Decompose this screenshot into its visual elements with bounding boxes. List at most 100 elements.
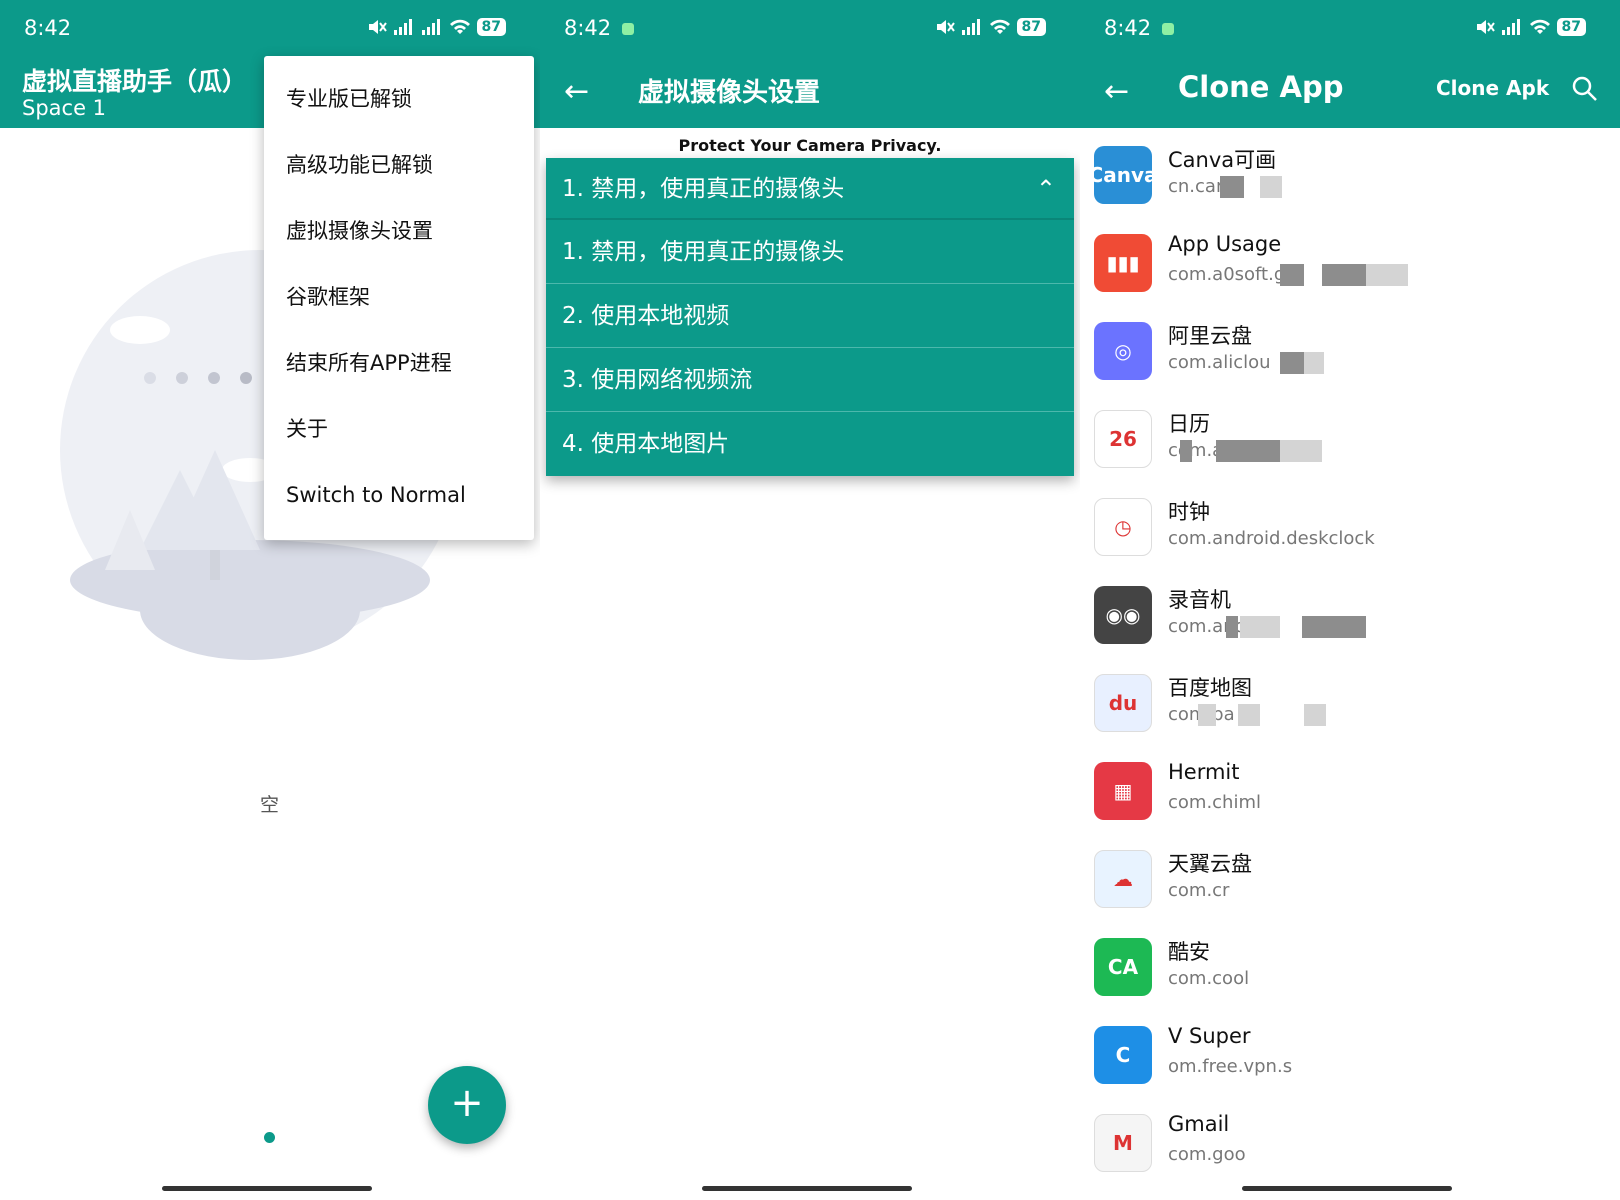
menu-item-google-framework[interactable]: 谷歌框架 (264, 264, 534, 330)
app-name: 阿里云盘 (1168, 324, 1252, 348)
notification-icon (1162, 23, 1174, 35)
status-bar: 8:42 87 (1080, 0, 1620, 58)
app-list-item[interactable]: ◎ 阿里云盘 com.aliclou (1080, 310, 1620, 398)
add-button[interactable]: + (428, 1066, 506, 1144)
menu-item-advanced-unlocked[interactable]: 高级功能已解锁 (264, 132, 534, 198)
app-list-item[interactable]: ☁ 天翼云盘 com.cr (1080, 838, 1620, 926)
redaction-mask (1304, 352, 1324, 374)
redaction-mask (1280, 440, 1322, 462)
dropdown-selected-label: 1. 禁用，使用真正的摄像头 (562, 176, 845, 202)
search-icon[interactable] (1572, 76, 1598, 102)
app-name: 百度地图 (1168, 676, 1252, 700)
menu-item-pro-unlocked[interactable]: 专业版已解锁 (264, 66, 534, 132)
app-icon: ◎ (1094, 322, 1152, 380)
clone-app-screen: 8:42 87 ← Clone App Clone Apk Canva Canva… (1080, 0, 1620, 1200)
empty-text: 空 (260, 794, 280, 816)
redaction-mask (1304, 704, 1326, 726)
battery-icon: 87 (476, 18, 506, 36)
app-title: 虚拟直播助手（瓜） (22, 67, 248, 96)
app-list-item[interactable]: ◉◉ 录音机 com.andro (1080, 574, 1620, 662)
battery-icon: 87 (1556, 18, 1586, 36)
app-list-item[interactable]: ◷ 时钟 com.android.deskclock (1080, 486, 1620, 574)
home-indicator[interactable] (702, 1186, 912, 1191)
app-list-item[interactable]: du百度地图com.ba (1080, 662, 1620, 750)
app-package: com.cool (1168, 968, 1250, 989)
redaction-mask (1240, 616, 1280, 638)
app-name: 酷安 (1168, 940, 1210, 964)
camera-mode-dropdown[interactable]: 1. 禁用，使用真正的摄像头 ⌃ 1. 禁用，使用真正的摄像头 2. 使用本地视… (546, 158, 1074, 476)
app-list-item[interactable]: M Gmail com.goo (1080, 1102, 1620, 1190)
redaction-mask (1322, 264, 1366, 286)
wifi-icon (1529, 19, 1550, 34)
app-icon: M (1094, 1114, 1152, 1172)
status-time: 8:42 (1104, 16, 1152, 40)
back-arrow-icon[interactable]: ← (564, 74, 589, 109)
wifi-icon (989, 19, 1010, 34)
option-network-stream[interactable]: 3. 使用网络视频流 (546, 348, 1074, 412)
signal-icon (393, 19, 412, 35)
chevron-up-icon: ⌃ (1035, 175, 1056, 203)
app-list-item[interactable]: ▮▮▮ App Usage com.a0soft.g (1080, 222, 1620, 310)
system-icons: 87 (935, 18, 1046, 36)
app-list-item[interactable]: CA 酷安 com.cool (1080, 926, 1620, 1014)
app-name: 时钟 (1168, 500, 1210, 524)
dropdown-selected[interactable]: 1. 禁用，使用真正的摄像头 ⌃ (546, 158, 1074, 220)
menu-item-about[interactable]: 关于 (264, 396, 534, 462)
app-icon: C (1094, 1026, 1152, 1084)
clone-apk-button[interactable]: Clone Apk (1436, 76, 1549, 100)
app-name: Hermit (1168, 760, 1240, 784)
mute-icon (1476, 20, 1495, 34)
app-icon: du (1094, 674, 1152, 732)
redaction-mask (1280, 352, 1304, 374)
app-name: Gmail (1168, 1112, 1230, 1136)
app-list-item[interactable]: 26 日历 com.a (1080, 398, 1620, 486)
redaction-mask (1366, 264, 1408, 286)
redaction-mask (1220, 176, 1244, 198)
status-bar: 8:42 87 (540, 0, 1080, 58)
app-package: com.cr (1168, 880, 1230, 901)
mute-icon (936, 20, 955, 34)
menu-item-kill-processes[interactable]: 结束所有APP进程 (264, 330, 534, 396)
app-name: Canva可画 (1168, 148, 1277, 172)
camera-settings-screen: 8:42 87 ← 虚拟摄像头设置 Protect Your Camera Pr… (540, 0, 1080, 1200)
home-indicator[interactable] (1242, 1186, 1452, 1191)
menu-item-camera-settings[interactable]: 虚拟摄像头设置 (264, 198, 534, 264)
wifi-icon (449, 19, 470, 34)
option-disable[interactable]: 1. 禁用，使用真正的摄像头 (546, 220, 1074, 284)
status-time: 8:42 (564, 16, 612, 40)
app-icon: ◉◉ (1094, 586, 1152, 644)
signal-icon (961, 19, 980, 35)
app-name: App Usage (1168, 232, 1282, 256)
app-package: com.chiml (1168, 792, 1262, 813)
option-local-image[interactable]: 4. 使用本地图片 (546, 412, 1074, 476)
app-bar: ← Clone App Clone Apk (1080, 58, 1620, 128)
app-package: cn.car (1168, 176, 1224, 197)
app-list-item[interactable]: Canva Canva可画 cn.car (1080, 134, 1620, 222)
system-icons: 87 (367, 18, 506, 36)
app-list-item[interactable]: C V Super om.free.vpn.s (1080, 1014, 1620, 1102)
status-time: 8:42 (24, 16, 72, 40)
app-package: om.free.vpn.s (1168, 1056, 1293, 1077)
home-indicator[interactable] (162, 1186, 372, 1191)
app-list: Canva Canva可画 cn.car ▮▮▮ App Usage com.a0soft… (1080, 134, 1620, 1190)
redaction-mask (1180, 440, 1192, 462)
app-package: com.a (1168, 440, 1224, 461)
page-indicator (264, 1132, 275, 1143)
mute-icon (368, 20, 387, 34)
back-arrow-icon[interactable]: ← (1104, 74, 1129, 109)
redaction-mask (1302, 616, 1366, 638)
redaction-mask (1238, 704, 1260, 726)
battery-icon: 87 (1016, 18, 1046, 36)
app-icon: Canva (1089, 146, 1157, 204)
app-icon: ▮▮▮ (1094, 234, 1152, 292)
menu-item-switch-normal[interactable]: Switch to Normal (264, 462, 534, 528)
main-screen: 8:42 87 虚拟直播助手（瓜） Space 1 空 + 专业版已解锁 高级功… (0, 0, 540, 1200)
redaction-mask (1216, 440, 1280, 462)
overflow-menu: 专业版已解锁 高级功能已解锁 虚拟摄像头设置 谷歌框架 结束所有APP进程 关于… (264, 56, 534, 540)
redaction-mask (1280, 264, 1304, 286)
app-list-item[interactable]: ▦ Hermit com.chiml (1080, 750, 1620, 838)
app-package: com.android.deskclock (1168, 528, 1375, 549)
option-local-video[interactable]: 2. 使用本地视频 (546, 284, 1074, 348)
app-package: com.aliclou (1168, 352, 1271, 373)
app-name: 录音机 (1168, 588, 1231, 612)
